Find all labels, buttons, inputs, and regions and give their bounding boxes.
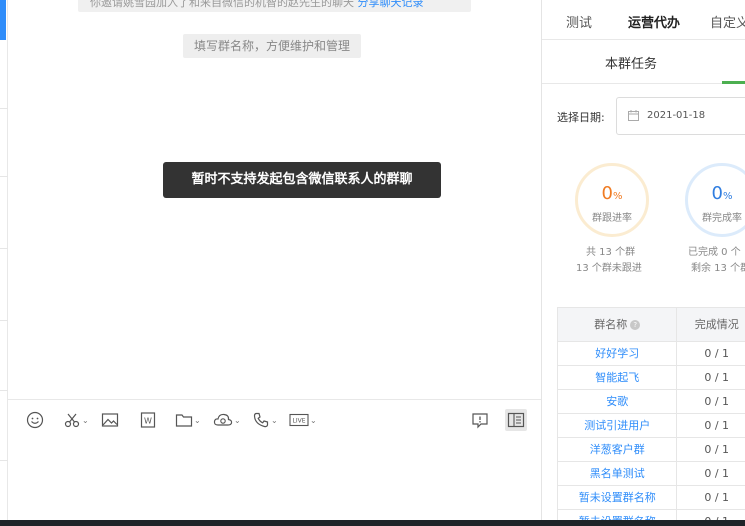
group-name-link[interactable]: 安歌 [558, 390, 678, 413]
message-alert-button[interactable] [471, 410, 489, 430]
group-name-link[interactable]: 智能起飞 [558, 366, 678, 389]
live-icon: LIVE [289, 413, 309, 427]
subtab-active-underline [722, 81, 745, 84]
divider [0, 460, 8, 461]
date-label: 选择日期: [557, 111, 605, 124]
phone-icon [253, 412, 269, 428]
table-row[interactable]: 智能起飞 0 / 1 [558, 366, 745, 390]
group-name-link[interactable]: 暂未设置群名称 [558, 486, 678, 509]
divider [0, 320, 8, 321]
completed-groups-stat: 已完成 0 个 [688, 247, 741, 258]
help-icon[interactable]: ? [630, 320, 641, 330]
system-tip-text: 你邀请姚雪园加入了和来自微信的机智的赵先生的聊天 [90, 0, 354, 9]
folder-button[interactable]: ⌄ [175, 410, 201, 430]
completion-value: 0 / 1 [677, 414, 745, 437]
side-panel-toggle[interactable] [505, 409, 527, 431]
completion-rate-label: 群完成率 [702, 213, 742, 224]
subtab-group-tasks[interactable]: 本群任务 [605, 53, 657, 72]
table-row[interactable]: 测试引进用户 0 / 1 [558, 414, 745, 438]
share-chat-history-link[interactable]: 分享聊天记录 [358, 0, 424, 9]
cloud-button[interactable]: ⌄ [213, 410, 241, 430]
screenshot-button[interactable]: ⌄ [63, 410, 89, 430]
tab-test[interactable]: 测试 [566, 12, 592, 31]
chat-message-area: 你邀请姚雪园加入了和来自微信的机智的赵先生的聊天 分享聊天记录 填写群名称，方便… [8, 0, 541, 400]
scissors-icon [64, 413, 80, 428]
chevron-down-icon: ⌄ [82, 415, 89, 425]
follow-up-rate-value: 0% [601, 183, 623, 204]
panel-tabs: 测试 运营代办 自定义 [542, 0, 745, 40]
svg-text:LIVE: LIVE [292, 418, 305, 425]
table-row[interactable]: 黑名单测试 0 / 1 [558, 462, 745, 486]
table-row[interactable]: 安歌 0 / 1 [558, 390, 745, 414]
chevron-down-icon: ⌄ [194, 415, 201, 425]
completion-rate-ring: 0% 群完成率 [685, 163, 745, 237]
completion-value: 0 / 1 [677, 438, 745, 461]
chevron-down-icon: ⌄ [310, 415, 317, 425]
toast-message: 暂时不支持发起包含微信联系人的群聊 [163, 162, 441, 198]
table-body: 好好学习 0 / 1 智能起飞 0 / 1 安歌 0 / 1 测试引进用户 0 / 1 洋葱客户… [558, 342, 745, 520]
right-panel: 测试 运营代办 自定义 本群任务 选择日期: 2021-01-18 0% 群跟进… [541, 0, 745, 520]
table-row[interactable]: 暂未设置群名称0 / 1 [558, 486, 745, 510]
column-completion: 完成情况 [677, 308, 745, 341]
smile-icon [26, 411, 44, 429]
date-value: 2021-01-18 [647, 110, 706, 121]
cloud-icon [213, 413, 233, 426]
completion-value: 0 / 1 [677, 342, 745, 365]
completion-value: 0 / 1 [677, 390, 745, 413]
live-button[interactable]: LIVE ⌄ [289, 410, 317, 430]
group-task-table: 群名称? 完成情况 好好学习 0 / 1 智能起飞 0 / 1 安歌 0 / 1 测试引进用… [557, 307, 745, 520]
input-toolbar: ⌄ W ⌄ ⌄ ⌄ LIVE ⌄ [8, 399, 541, 441]
completion-value: 0 / 1 [677, 366, 745, 389]
group-name-link[interactable]: 暂未设置群名称 [558, 510, 678, 520]
bottom-bar [0, 520, 745, 526]
panel-toggle-icon [507, 412, 525, 428]
group-name-link[interactable]: 黑名单测试 [558, 462, 678, 485]
message-input[interactable] [8, 441, 541, 520]
call-button[interactable]: ⌄ [252, 410, 278, 430]
image-icon [101, 413, 119, 427]
table-header: 群名称? 完成情况 [558, 308, 745, 342]
total-groups-stat: 共 13 个群 [586, 247, 636, 258]
folder-icon [175, 414, 193, 427]
svg-text:W: W [144, 417, 152, 426]
unfollowed-groups-stat: 13 个群未跟进 [576, 263, 642, 274]
completion-value: 0 / 1 [677, 510, 745, 520]
tab-operations-todo[interactable]: 运营代办 [628, 12, 680, 31]
panel-subtabs: 本群任务 [542, 40, 745, 84]
tab-custom[interactable]: 自定义 [710, 12, 745, 31]
divider [0, 248, 8, 249]
follow-up-rate-ring: 0% 群跟进率 [575, 163, 649, 237]
word-doc-icon: W [140, 412, 156, 428]
left-strip [0, 0, 8, 520]
table-row[interactable]: 好好学习 0 / 1 [558, 342, 745, 366]
chevron-down-icon: ⌄ [271, 415, 278, 425]
group-name-link[interactable]: 好好学习 [558, 342, 678, 365]
follow-up-rate-label: 群跟进率 [592, 213, 632, 224]
date-picker[interactable]: 2021-01-18 [616, 97, 745, 135]
divider [0, 108, 8, 109]
group-name-link[interactable]: 洋葱客户群 [558, 438, 678, 461]
table-row[interactable]: 洋葱客户群 0 / 1 [558, 438, 745, 462]
active-indicator [0, 0, 6, 40]
group-name-hint[interactable]: 填写群名称，方便维护和管理 [183, 34, 362, 58]
divider [0, 390, 8, 391]
completion-value: 0 / 1 [677, 486, 745, 509]
group-name-link[interactable]: 测试引进用户 [558, 414, 678, 437]
image-button[interactable] [101, 410, 119, 430]
chevron-down-icon: ⌄ [234, 415, 241, 425]
calendar-icon [628, 110, 639, 121]
system-tip: 你邀请姚雪园加入了和来自微信的机智的赵先生的聊天 分享聊天记录 [78, 0, 471, 12]
column-group-name: 群名称? [558, 308, 678, 341]
table-row[interactable]: 暂未设置群名称0 / 1 [558, 510, 745, 520]
document-button[interactable]: W [139, 410, 157, 430]
completion-value: 0 / 1 [677, 462, 745, 485]
divider [0, 176, 8, 177]
emoji-button[interactable] [26, 410, 44, 430]
remaining-groups-stat: 剩余 13 个群 [691, 263, 745, 274]
message-alert-icon [472, 413, 488, 429]
completion-rate-value: 0% [711, 183, 733, 204]
